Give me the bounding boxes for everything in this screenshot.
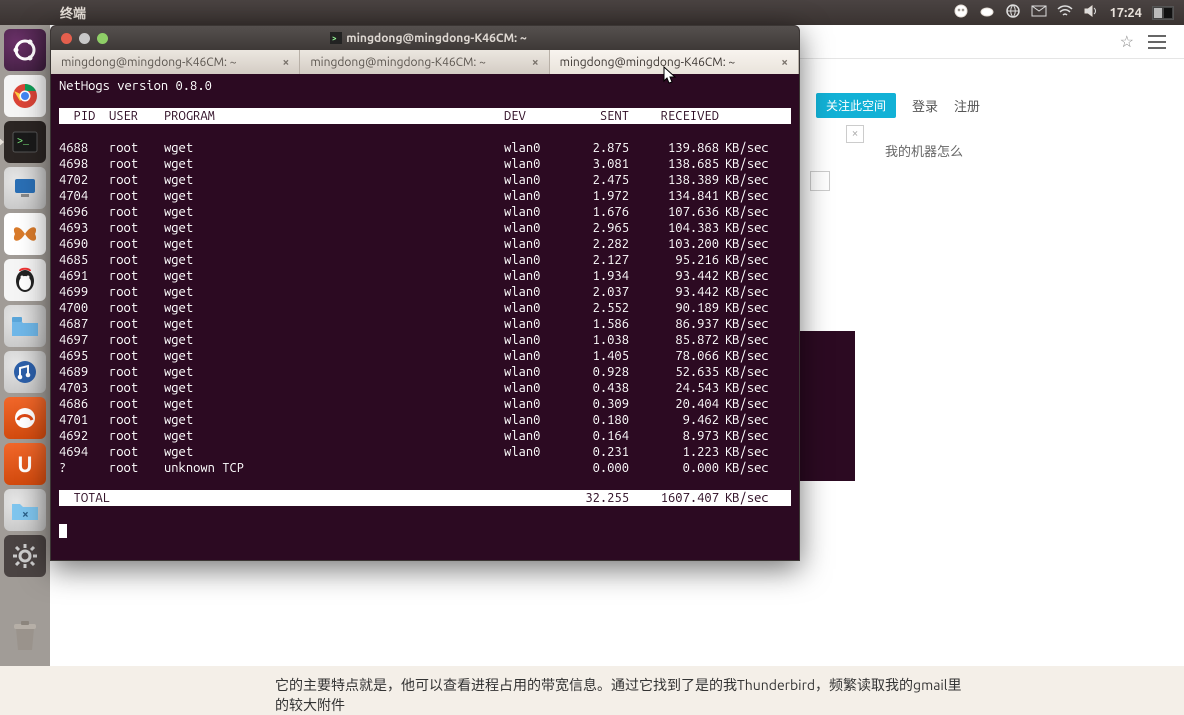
workspace-switcher[interactable] (1152, 6, 1174, 20)
qq-icon[interactable] (4, 259, 46, 301)
mail-tray-icon[interactable] (1031, 3, 1047, 22)
running-indicator-icon (0, 137, 4, 147)
window-title: mingdong@mingdong-K46CM: ~ (346, 32, 527, 45)
tab-label: mingdong@mingdong-K46CM: ~ (61, 56, 237, 69)
login-link[interactable]: 登录 (912, 96, 938, 115)
window-titlebar[interactable]: > mingdong@mingdong-K46CM: ~ (51, 26, 799, 50)
terminal-tab[interactable]: mingdong@mingdong-K46CM: ~ × (550, 50, 799, 74)
tab-close-icon[interactable]: × (283, 56, 290, 69)
globe-tray-icon[interactable] (1005, 3, 1021, 22)
tab-close-icon[interactable]: × (781, 56, 788, 69)
system-tray: 17:24 (953, 3, 1184, 22)
register-link[interactable]: 注册 (954, 96, 980, 115)
dash-home-icon[interactable] (4, 29, 46, 71)
terminal-tabs: mingdong@mingdong-K46CM: ~ × mingdong@min… (51, 50, 799, 74)
window-close-icon[interactable] (61, 33, 72, 44)
terminal-window: > mingdong@mingdong-K46CM: ~ mingdong@mi… (50, 25, 800, 561)
ubuntu-one-icon[interactable] (4, 397, 46, 439)
terminal-tab[interactable]: mingdong@mingdong-K46CM: ~ × (300, 50, 549, 74)
file-manager-icon[interactable]: × (4, 489, 46, 531)
volume-tray-icon[interactable] (1083, 3, 1099, 22)
svg-text:>_: >_ (17, 137, 30, 148)
top-panel: 终端 17:24 (0, 0, 1184, 25)
terminal-tab[interactable]: mingdong@mingdong-K46CM: ~ × (51, 50, 300, 74)
tab-label: mingdong@mingdong-K46CM: ~ (310, 56, 486, 69)
files-icon[interactable] (4, 305, 46, 347)
terminal-icon[interactable]: >_ (4, 121, 46, 163)
terminal-output[interactable]: NetHogs version 0.8.0 PIDUSERPROGRAMDEVS… (51, 74, 799, 560)
tab-label: mingdong@mingdong-K46CM: ~ (560, 56, 736, 69)
svg-text:>: > (332, 34, 337, 43)
article-excerpt: 它的主要特点就是，他可以查看进程占用的带宽信息。通过它找到了是的我Thunder… (275, 675, 975, 715)
input-box[interactable] (810, 171, 830, 191)
trash-icon[interactable] (4, 616, 46, 658)
active-app-name: 终端 (60, 3, 86, 22)
window-minimize-icon[interactable] (79, 33, 90, 44)
close-notice-icon[interactable]: × (846, 125, 864, 143)
qq-tray-icon[interactable] (953, 3, 969, 22)
window-maximize-icon[interactable] (97, 33, 108, 44)
freemind-icon[interactable] (4, 213, 46, 255)
cloud-tray-icon[interactable] (979, 3, 995, 22)
clock[interactable]: 17:24 (1109, 6, 1142, 20)
chrome-icon[interactable] (4, 75, 46, 117)
unity-launcher: >_ U × (0, 25, 50, 666)
browser-menu-icon[interactable] (1148, 35, 1166, 49)
software-center-icon[interactable]: U (4, 443, 46, 485)
terminal-title-icon: > (330, 32, 342, 44)
question-title: 我的机器怎么 (885, 141, 963, 160)
system-settings-icon[interactable] (4, 535, 46, 577)
wifi-tray-icon[interactable] (1057, 3, 1073, 22)
audio-player-icon[interactable] (4, 351, 46, 393)
svg-text:×: × (22, 508, 29, 521)
bookmark-star-icon[interactable]: ☆ (1120, 32, 1134, 51)
follow-space-button[interactable]: 关注此空间 (816, 93, 896, 118)
tab-close-icon[interactable]: × (532, 56, 539, 69)
virtualbox-icon[interactable] (4, 167, 46, 209)
